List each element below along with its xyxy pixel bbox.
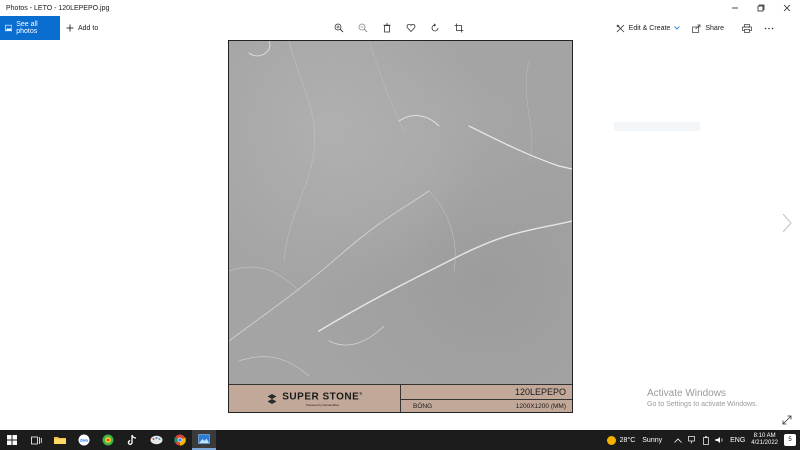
brand-name: SUPER STONE® bbox=[282, 391, 363, 403]
volume-icon bbox=[715, 437, 723, 443]
rotate-button[interactable] bbox=[430, 23, 440, 33]
delete-button[interactable] bbox=[382, 23, 392, 33]
next-photo-button[interactable] bbox=[780, 212, 794, 234]
activate-title: Activate Windows bbox=[647, 388, 726, 399]
title-bar: Photos - LETO - 120LEPEPO.jpg bbox=[0, 0, 800, 16]
registered-mark: ® bbox=[359, 391, 363, 397]
see-all-photos-label: See all photos bbox=[16, 21, 38, 35]
green-app-icon bbox=[102, 434, 114, 446]
taskbar-zalo[interactable]: Zalo bbox=[72, 430, 96, 450]
taskbar-chrome[interactable] bbox=[168, 430, 192, 450]
task-view-button[interactable] bbox=[24, 430, 48, 450]
share-button[interactable]: Share bbox=[692, 24, 724, 33]
see-all-photos-button[interactable]: See all photos bbox=[0, 16, 60, 40]
image-tools bbox=[334, 16, 464, 40]
chevron-right-icon bbox=[782, 213, 792, 233]
brand-tagline: Powered by Kamandtiles bbox=[305, 402, 340, 407]
clock-date: 4/21/2022 bbox=[751, 440, 778, 446]
brand-block: SUPER STONE® Powered by Kamandtiles bbox=[229, 385, 401, 412]
maximize-button[interactable] bbox=[748, 0, 774, 16]
edit-create-button[interactable]: Edit & Create bbox=[616, 24, 681, 33]
chevron-down-icon bbox=[674, 26, 681, 30]
taskbar: Zalo 28°C Sunny ENG 8:10 AM 4/21/2022 5 bbox=[0, 430, 800, 450]
weather-condition: Sunny bbox=[642, 436, 663, 444]
svg-text:Zalo: Zalo bbox=[80, 438, 89, 443]
share-label: Share bbox=[705, 24, 724, 32]
language-indicator[interactable]: ENG bbox=[730, 437, 745, 444]
restore-icon bbox=[757, 4, 765, 12]
paint-palette-icon bbox=[150, 435, 162, 445]
add-to-button[interactable]: Add to bbox=[66, 24, 98, 32]
product-code: 120LEPEPO bbox=[401, 385, 572, 400]
share-icon bbox=[692, 24, 701, 33]
product-finish: BÓNG bbox=[413, 403, 433, 410]
system-tray: 28°C Sunny ENG 8:10 AM 4/21/2022 5 bbox=[606, 430, 800, 450]
edit-create-icon bbox=[616, 24, 624, 32]
zalo-icon: Zalo bbox=[78, 434, 90, 446]
activate-windows-watermark: Activate Windows Go to Settings to activ… bbox=[647, 388, 758, 408]
printer-icon bbox=[742, 23, 752, 33]
more-options-button[interactable] bbox=[764, 27, 774, 30]
plus-icon bbox=[66, 24, 74, 32]
marble-texture bbox=[229, 41, 572, 384]
marble-veins bbox=[229, 41, 572, 377]
right-toolbar: Edit & Create Share bbox=[616, 16, 774, 40]
product-info: 120LEPEPO BÓNG 1200X1200 (MM) bbox=[401, 385, 572, 412]
activate-subtitle: Go to Settings to activate Windows. bbox=[647, 401, 758, 408]
notification-count: 5 bbox=[788, 437, 792, 443]
folder-icon bbox=[54, 437, 66, 444]
expand-icon bbox=[782, 415, 792, 425]
notification-center-button[interactable]: 5 bbox=[784, 434, 796, 446]
photos-icon bbox=[5, 24, 13, 32]
favorite-button[interactable] bbox=[406, 23, 416, 33]
clock-time: 8:10 AM bbox=[753, 433, 776, 439]
taskbar-photos[interactable] bbox=[192, 430, 216, 450]
super-stone-logo-icon bbox=[267, 394, 277, 404]
close-icon bbox=[783, 4, 791, 12]
clock[interactable]: 8:10 AM 4/21/2022 bbox=[751, 433, 778, 447]
zoom-in-icon bbox=[334, 23, 344, 33]
windows-logo-icon bbox=[7, 435, 17, 445]
product-label-band: SUPER STONE® Powered by Kamandtiles 120L… bbox=[229, 384, 572, 412]
close-button[interactable] bbox=[774, 0, 800, 16]
product-size: 1200X1200 (MM) bbox=[515, 403, 566, 410]
zoom-out-icon bbox=[358, 23, 368, 33]
taskbar-paint[interactable] bbox=[144, 430, 168, 450]
taskbar-file-explorer[interactable] bbox=[48, 430, 72, 450]
start-button[interactable] bbox=[0, 430, 24, 450]
edit-create-label: Edit & Create bbox=[628, 24, 671, 32]
full-screen-button[interactable] bbox=[782, 412, 792, 425]
crop-icon bbox=[454, 23, 464, 33]
rotate-icon bbox=[431, 23, 439, 32]
network-icon bbox=[688, 436, 695, 444]
more-icon bbox=[764, 27, 774, 29]
zoom-in-button[interactable] bbox=[334, 23, 344, 33]
taskbar-tiktok[interactable] bbox=[120, 430, 144, 450]
toolbar: See all photos Add to Edit & Create Shar… bbox=[0, 16, 800, 40]
ghost-overlay bbox=[614, 122, 700, 131]
window-title: Photos - LETO - 120LEPEPO.jpg bbox=[6, 4, 110, 12]
battery-icon bbox=[703, 435, 709, 445]
minimize-icon bbox=[732, 7, 738, 9]
chevron-up-icon bbox=[674, 437, 682, 443]
taskbar-apps: Zalo bbox=[0, 430, 216, 450]
zoom-out-button[interactable] bbox=[358, 23, 368, 33]
heart-icon bbox=[406, 23, 416, 33]
brand: SUPER STONE® Powered by Kamandtiles bbox=[282, 391, 362, 406]
delete-icon bbox=[383, 23, 391, 33]
task-view-icon bbox=[30, 436, 42, 444]
print-button[interactable] bbox=[742, 23, 752, 33]
minimize-button[interactable] bbox=[722, 0, 748, 16]
photo-image[interactable]: SUPER STONE® Powered by Kamandtiles 120L… bbox=[228, 40, 573, 413]
temperature: 28°C bbox=[619, 436, 636, 444]
add-to-label: Add to bbox=[78, 24, 99, 32]
weather-widget[interactable]: 28°C Sunny bbox=[606, 435, 663, 445]
tiktok-icon bbox=[127, 434, 137, 445]
product-spec-row: BÓNG 1200X1200 (MM) bbox=[401, 400, 572, 412]
crop-button[interactable] bbox=[454, 23, 464, 33]
chrome-icon bbox=[174, 434, 186, 446]
photos-app-icon bbox=[198, 434, 210, 444]
taskbar-green-app[interactable] bbox=[96, 430, 120, 450]
sun-icon bbox=[606, 435, 616, 445]
